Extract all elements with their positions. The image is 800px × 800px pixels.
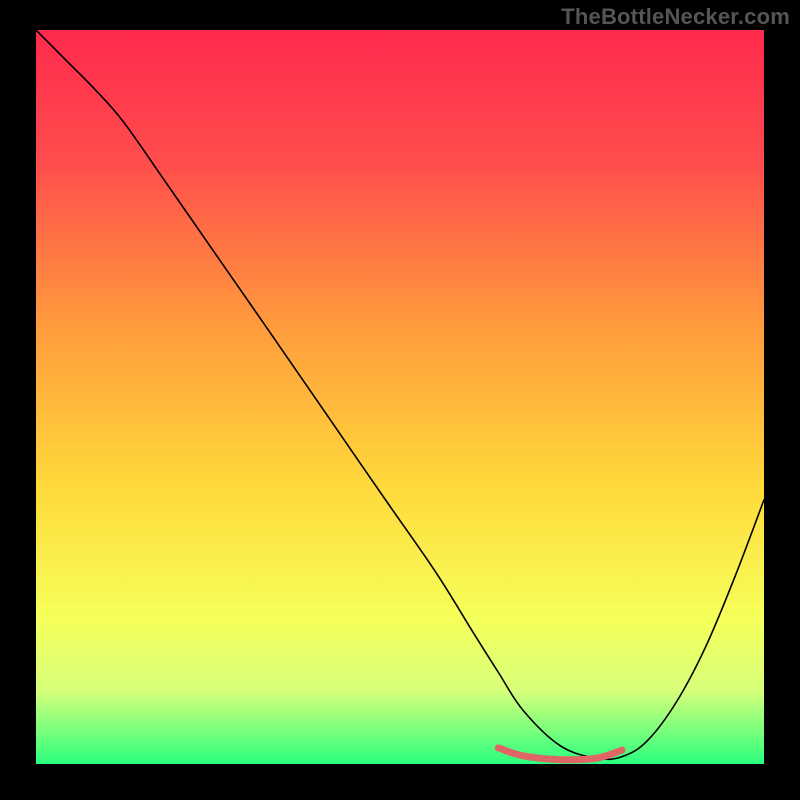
watermark-text: TheBottleNecker.com [561,4,790,30]
chart-svg [36,30,764,764]
chart-frame: TheBottleNecker.com [0,0,800,800]
gradient-background [36,30,764,764]
plot-area [36,30,764,764]
